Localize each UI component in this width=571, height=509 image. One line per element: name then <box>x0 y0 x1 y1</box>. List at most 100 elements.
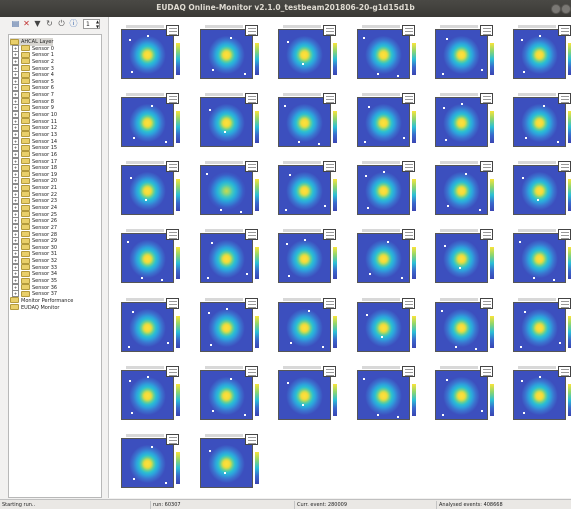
stats-box <box>402 161 415 172</box>
sensor-heatmap-30[interactable] <box>116 366 180 424</box>
sensor-heatmap-21[interactable] <box>352 229 416 287</box>
hot-pixel <box>365 175 367 177</box>
hot-pixel <box>446 379 448 381</box>
hot-pixel <box>364 141 366 143</box>
folder-icon <box>21 104 30 111</box>
sensor-heatmap-36[interactable] <box>116 434 180 492</box>
hot-pixel <box>165 141 167 143</box>
sensor-heatmap-13[interactable] <box>195 161 259 219</box>
folder-icon <box>21 58 30 65</box>
folder-icon <box>21 71 30 78</box>
color-palette <box>255 384 259 416</box>
sensor-heatmap-14[interactable] <box>273 161 337 219</box>
stats-box <box>558 298 571 309</box>
color-palette <box>333 247 337 279</box>
sensor-heatmap-29[interactable] <box>508 298 571 356</box>
folder-icon <box>21 124 30 131</box>
histogram-canvas[interactable] <box>108 17 571 498</box>
hot-pixel <box>141 277 143 279</box>
tree-item-eudaq-monitor[interactable]: EUDAQ Monitor <box>10 304 59 312</box>
sensor-heatmap-15[interactable] <box>352 161 416 219</box>
sensor-heatmap-35[interactable] <box>508 366 571 424</box>
sensor-heatmap-12[interactable] <box>116 161 180 219</box>
stats-box <box>558 25 571 36</box>
sensor-heatmap-24[interactable] <box>116 298 180 356</box>
hot-pixel <box>284 105 286 107</box>
sensor-heatmap-8[interactable] <box>273 93 337 151</box>
save-icon[interactable]: ▤ <box>11 19 20 29</box>
sensor-heatmap-28[interactable] <box>430 298 494 356</box>
power-icon[interactable]: ⏻ <box>57 19 66 29</box>
heatmap-frame <box>200 370 253 420</box>
folder-icon <box>21 138 30 145</box>
sensor-heatmap-17[interactable] <box>508 161 571 219</box>
color-palette <box>412 247 416 279</box>
hot-pixel <box>479 209 481 211</box>
hot-pixel <box>443 107 445 109</box>
hot-pixel <box>523 71 525 73</box>
hot-pixel <box>287 382 289 384</box>
hot-pixel <box>129 380 131 382</box>
stats-box <box>245 229 258 240</box>
sensor-heatmap-2[interactable] <box>273 25 337 83</box>
hot-pixel <box>368 106 370 108</box>
hot-pixel <box>244 73 246 75</box>
sensor-heatmap-0[interactable] <box>116 25 180 83</box>
hot-pixel <box>302 63 304 65</box>
plot-title <box>362 161 400 164</box>
spinbox-arrows[interactable]: ▲ ▼ <box>95 19 100 29</box>
filter-icon[interactable]: ▼ <box>33 19 42 29</box>
sensor-heatmap-22[interactable] <box>430 229 494 287</box>
sensor-heatmap-33[interactable] <box>352 366 416 424</box>
hot-pixel <box>147 35 149 37</box>
heatmap-frame <box>435 165 488 215</box>
sensor-heatmap-11[interactable] <box>508 93 571 151</box>
plot-title <box>440 93 478 96</box>
hot-pixel <box>363 378 365 380</box>
stats-box <box>166 298 179 309</box>
hot-pixel <box>322 346 324 348</box>
color-palette <box>255 111 259 143</box>
hot-pixel <box>445 139 447 141</box>
close-button[interactable] <box>561 4 571 14</box>
sensor-heatmap-16[interactable] <box>430 161 494 219</box>
sensor-heatmap-27[interactable] <box>352 298 416 356</box>
sensor-heatmap-7[interactable] <box>195 93 259 151</box>
folder-icon <box>21 151 30 158</box>
stats-box <box>323 25 336 36</box>
sensor-heatmap-3[interactable] <box>352 25 416 83</box>
sensor-heatmap-1[interactable] <box>195 25 259 83</box>
hot-pixel <box>286 243 288 245</box>
sensor-heatmap-31[interactable] <box>195 366 259 424</box>
hot-pixel <box>377 73 379 75</box>
sensor-heatmap-34[interactable] <box>430 366 494 424</box>
hot-pixel <box>244 414 246 416</box>
tree-view[interactable]: AHCAL Layer + Sensor 0 + Sensor 1 + Sensor 2 + S… <box>8 34 102 498</box>
hot-pixel <box>210 344 212 346</box>
stats-box <box>558 161 571 172</box>
sensor-heatmap-18[interactable] <box>116 229 180 287</box>
sensor-heatmap-9[interactable] <box>352 93 416 151</box>
stats-box <box>480 93 493 104</box>
folder-icon <box>21 257 30 264</box>
sensor-heatmap-6[interactable] <box>116 93 180 151</box>
sensor-heatmap-32[interactable] <box>273 366 337 424</box>
info-icon[interactable]: ⓘ <box>69 19 78 29</box>
clear-icon[interactable]: ✕ <box>22 19 31 29</box>
folder-icon <box>21 244 30 251</box>
minimize-button[interactable] <box>551 4 561 14</box>
sensor-heatmap-4[interactable] <box>430 25 494 83</box>
sensor-heatmap-23[interactable] <box>508 229 571 287</box>
folder-icon <box>21 164 30 171</box>
refresh-icon[interactable]: ↻ <box>45 19 54 29</box>
folder-icon <box>21 277 30 284</box>
sensor-heatmap-19[interactable] <box>195 229 259 287</box>
sensor-heatmap-37[interactable] <box>195 434 259 492</box>
sensor-heatmap-10[interactable] <box>430 93 494 151</box>
sensor-heatmap-26[interactable] <box>273 298 337 356</box>
sensor-heatmap-25[interactable] <box>195 298 259 356</box>
plot-title <box>440 25 478 28</box>
sensor-heatmap-5[interactable] <box>508 25 571 83</box>
sensor-heatmap-20[interactable] <box>273 229 337 287</box>
hot-pixel <box>302 404 304 406</box>
